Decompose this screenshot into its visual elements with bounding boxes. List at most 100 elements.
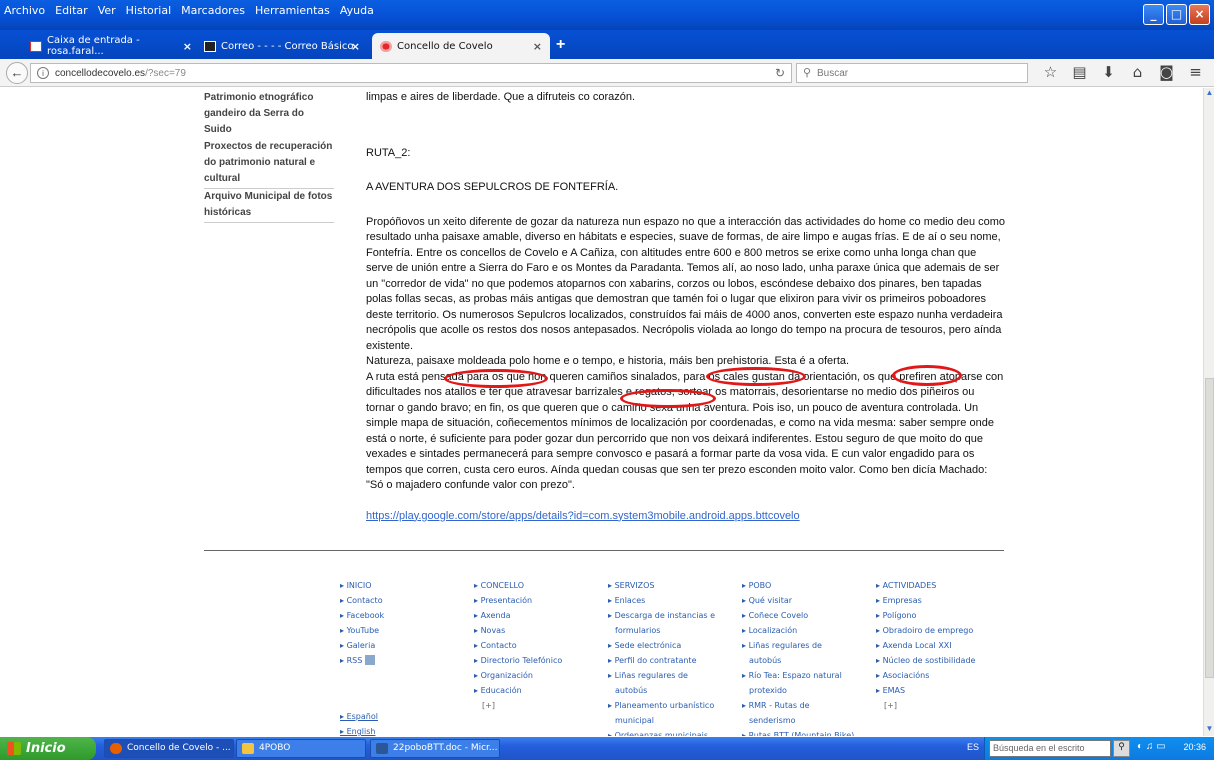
menu-item-archivo[interactable]: Archivo	[4, 4, 45, 17]
footer-more-link[interactable]: [+]	[474, 698, 599, 713]
footer-link[interactable]: ▸ ACTIVIDADES	[876, 578, 1001, 593]
scroll-up-icon[interactable]: ▲	[1204, 88, 1214, 100]
footer-link[interactable]: ▸ Novas	[474, 623, 599, 638]
new-tab-icon[interactable]: +	[556, 36, 565, 54]
bookmark-star-icon[interactable]: ☆	[1036, 63, 1065, 81]
footer-link-label: ACTIVIDADES	[882, 581, 937, 590]
footer-link[interactable]: ▸ Obradoiro de emprego	[876, 623, 1001, 638]
taskbar-search-input[interactable]: Búsqueda en el escrito	[989, 740, 1111, 757]
maximize-icon[interactable]: □	[1166, 4, 1187, 25]
close-tab-icon[interactable]: ×	[533, 40, 542, 53]
footer-link-label: Núcleo de sostibilidade	[882, 656, 976, 665]
close-tab-icon[interactable]: ×	[351, 40, 360, 53]
hamburger-menu-icon[interactable]: ≡	[1181, 63, 1210, 81]
footer-link[interactable]: ▸ Galeria	[340, 638, 465, 653]
footer-link[interactable]: ▸ Polígono	[876, 608, 1001, 623]
footer-link[interactable]: ▸ RSS	[340, 653, 465, 668]
covelo-icon	[380, 40, 392, 52]
footer-link[interactable]: ▸ Enlaces	[608, 593, 733, 608]
footer-link[interactable]: ▸ Liñas regulares de	[608, 668, 733, 683]
menu-item-ayuda[interactable]: Ayuda	[340, 4, 374, 17]
menu-item-marcadores[interactable]: Marcadores	[181, 4, 245, 17]
footer-link[interactable]: ▸ Empresas	[876, 593, 1001, 608]
search-input[interactable]: ⚲ Buscar	[796, 63, 1028, 83]
app-link[interactable]: https://play.google.com/store/apps/detai…	[366, 510, 800, 522]
sidebar-item-patrimonio-gandeiro[interactable]: Patrimonio etnográfico gandeiro da Serra…	[204, 90, 334, 139]
scroll-down-icon[interactable]: ▼	[1204, 724, 1214, 736]
download-icon[interactable]: ⬇	[1094, 63, 1123, 81]
reload-icon[interactable]: ↻	[775, 66, 785, 80]
footer-link[interactable]: ▸ Núcleo de sostibilidade	[876, 653, 1001, 668]
footer-link[interactable]: ▸ Axenda	[474, 608, 599, 623]
footer-link-label: Presentación	[480, 596, 533, 605]
footer-link[interactable]: ▸ INICIO	[340, 578, 465, 593]
system-tray: ES Búsqueda en el escrito ⚲ ◐ ♫ ▭ 20:36	[967, 737, 1214, 760]
home-icon[interactable]: ⌂	[1123, 63, 1152, 81]
task-folder[interactable]: 4POBO	[236, 739, 366, 758]
footer-link[interactable]: ▸ Asociacións	[876, 668, 1001, 683]
footer-link[interactable]: ▸ YouTube	[340, 623, 465, 638]
menu-item-historial[interactable]: Historial	[126, 4, 171, 17]
footer-link[interactable]: ▸ Axenda Local XXI	[876, 638, 1001, 653]
url-bar[interactable]: i concellodecovelo.es/?sec=79 ↻	[30, 63, 792, 83]
menu-item-ver[interactable]: Ver	[98, 4, 116, 17]
firefox-icon	[110, 743, 122, 754]
reading-list-icon[interactable]: ▤	[1065, 63, 1094, 81]
footer-link[interactable]: ▸ SERVIZOS	[608, 578, 733, 593]
close-tab-icon[interactable]: ×	[183, 40, 192, 53]
footer-link[interactable]: ▸ Ordenanzas municipais	[608, 728, 733, 736]
language-link-english[interactable]: ▸ English	[340, 724, 378, 736]
tab-gmail[interactable]: Caixa de entrada - rosa.faral... ×	[22, 33, 200, 59]
footer-link[interactable]: ▸ EMAS	[876, 683, 1001, 698]
tab-correo[interactable]: Correo - - - - Correo Básico ×	[196, 33, 368, 59]
footer-link[interactable]: ▸ Directorio Telefónico	[474, 653, 599, 668]
footer-link[interactable]: ▸ Sede electrónica	[608, 638, 733, 653]
footer-link[interactable]: ▸ Coñece Covelo	[742, 608, 867, 623]
vertical-scrollbar[interactable]: ▲ ▼	[1203, 88, 1214, 736]
window-controls: _ □ ×	[1143, 4, 1210, 25]
scroll-thumb[interactable]	[1205, 378, 1214, 678]
footer-link[interactable]: ▸ POBO	[742, 578, 867, 593]
footer-more-link[interactable]: [+]	[876, 698, 1001, 713]
language-indicator[interactable]: ES	[967, 742, 979, 752]
footer-link[interactable]: ▸ Contacto	[474, 638, 599, 653]
task-firefox[interactable]: Concello de Covelo - ...	[104, 739, 234, 758]
footer-link[interactable]: ▸ Educación	[474, 683, 599, 698]
footer-link-label: Novas	[480, 626, 506, 635]
footer-link[interactable]: ▸ RMR - Rutas de	[742, 698, 867, 713]
tab-strip: Caixa de entrada - rosa.faral... × Corre…	[0, 30, 1214, 59]
footer-link[interactable]: ▸ Planeamento urbanístico	[608, 698, 733, 713]
minimize-icon[interactable]: _	[1143, 4, 1164, 25]
footer-link-label: Axenda	[480, 611, 511, 620]
footer-link[interactable]: ▸ Liñas regulares de	[742, 638, 867, 653]
sidebar-item-arquivo[interactable]: Arquivo Municipal de fotos históricas	[204, 189, 334, 223]
footer-link[interactable]: ▸ Rutas BTT (Mountain Bike)	[742, 728, 867, 736]
rss-icon[interactable]	[365, 655, 376, 665]
footer-col-servizos: ▸ SERVIZOS ▸ Enlaces ▸ Descarga de instanc…	[608, 578, 733, 736]
info-icon[interactable]: i	[37, 67, 49, 79]
back-icon[interactable]: ←	[6, 62, 28, 84]
footer-link[interactable]: ▸ Presentación	[474, 593, 599, 608]
tray-icons[interactable]: ◐ ♫ ▭	[1137, 741, 1166, 752]
task-word[interactable]: 22poboBTT.doc - Micr...	[370, 739, 500, 758]
footer-link[interactable]: ▸ Descarga de instancias e	[608, 608, 733, 623]
footer-link[interactable]: ▸ CONCELLO	[474, 578, 599, 593]
tab-covelo[interactable]: Concello de Covelo ×	[372, 33, 550, 59]
sidebar-item-proxectos[interactable]: Proxectos de recuperación do patrimonio …	[204, 139, 334, 189]
footer-link[interactable]: ▸ Facebook	[340, 608, 465, 623]
language-link-español[interactable]: ▸ Español	[340, 709, 378, 724]
word-icon	[376, 743, 388, 754]
start-button[interactable]: Inicio	[0, 737, 96, 760]
footer-link[interactable]: ▸ Organización	[474, 668, 599, 683]
footer-link[interactable]: ▸ Qué visitar	[742, 593, 867, 608]
footer-link[interactable]: ▸ Perfil do contratante	[608, 653, 733, 668]
footer-link[interactable]: ▸ Localización	[742, 623, 867, 638]
pocket-icon[interactable]: ◙	[1152, 63, 1181, 81]
close-icon[interactable]: ×	[1189, 4, 1210, 25]
footer-link[interactable]: ▸ Río Tea: Espazo natural	[742, 668, 867, 683]
menu-item-editar[interactable]: Editar	[55, 4, 88, 17]
menu-item-herramientas[interactable]: Herramientas	[255, 4, 330, 17]
footer-link-label: EMAS	[882, 686, 906, 695]
search-icon[interactable]: ⚲	[1113, 740, 1130, 757]
footer-link[interactable]: ▸ Contacto	[340, 593, 465, 608]
